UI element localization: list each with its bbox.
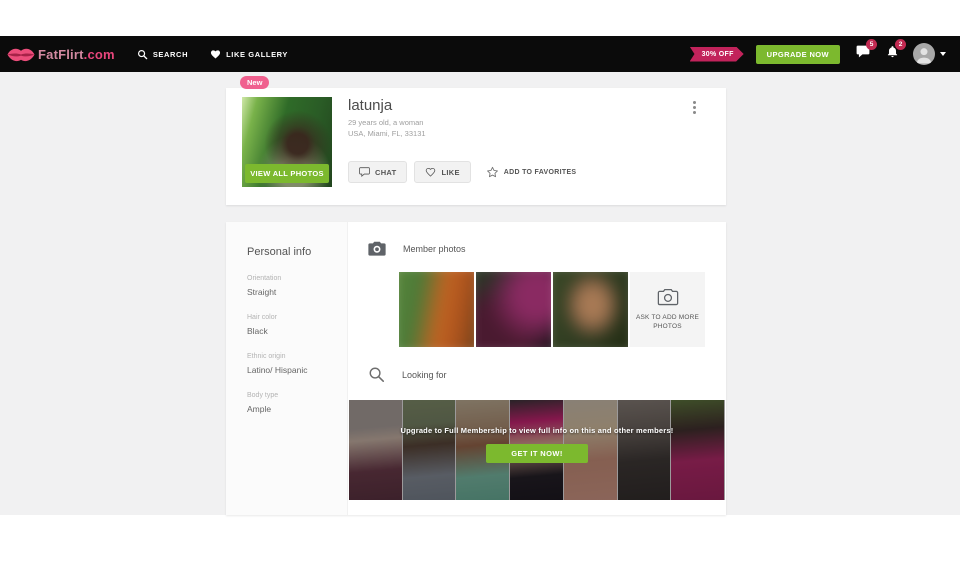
chat-button[interactable]: CHAT (348, 161, 407, 183)
info-field: Body type Ample (247, 392, 337, 414)
chat-button-label: CHAT (375, 168, 396, 177)
messages-count-badge: 5 (866, 39, 877, 50)
site-logo[interactable]: FatFlirt.com (6, 45, 115, 64)
upgrade-now-button[interactable]: UPGRADE NOW (756, 45, 840, 64)
profile-options-menu[interactable] (691, 99, 698, 116)
personal-info-sidebar: Personal info Orientation Straight Hair … (226, 222, 348, 515)
looking-for-header: Looking for (368, 366, 447, 383)
member-photos-row: ASK TO ADD MORE PHOTOS (399, 272, 705, 347)
info-field: Orientation Straight (247, 275, 337, 297)
profile-main-area: Member photos ASK TO ADD MORE PHOTOS (348, 222, 726, 515)
new-badge: New (240, 76, 269, 89)
magnifier-icon (368, 366, 385, 383)
info-field: Ethnic origin Latino/ Hispanic (247, 353, 337, 375)
logo-text: FatFlirt.com (38, 47, 115, 62)
person-icon (914, 45, 934, 65)
ask-add-more-photos-label: ASK TO ADD MORE PHOTOS (636, 313, 700, 331)
like-button-label: LIKE (441, 168, 459, 177)
lips-icon (6, 45, 36, 64)
field-value: Ample (247, 404, 337, 414)
heart-outline-icon (425, 167, 436, 177)
member-photos-title: Member photos (403, 244, 466, 254)
profile-details-card: Personal info Orientation Straight Hair … (226, 222, 726, 515)
member-photo[interactable] (399, 272, 474, 347)
view-all-photos-button[interactable]: VIEW ALL PHOTOS (245, 164, 329, 183)
profile-name: latunja (348, 97, 392, 114)
discount-badge[interactable]: 30% OFF (690, 47, 744, 62)
camera-icon (368, 241, 386, 256)
member-photos-header: Member photos (368, 241, 466, 256)
account-menu-caret[interactable] (940, 52, 946, 56)
page: FatFlirt.com SEARCH LIKE GALLERY 30% OFF… (0, 0, 960, 561)
field-label: Ethnic origin (247, 353, 337, 360)
member-photo[interactable] (553, 272, 628, 347)
add-to-favorites-button[interactable]: ADD TO FAVORITES (486, 166, 577, 178)
member-photo[interactable] (476, 272, 551, 347)
profile-photo: VIEW ALL PHOTOS (242, 97, 332, 187)
nav-search[interactable]: SEARCH (137, 49, 188, 60)
looking-for-title: Looking for (402, 370, 447, 380)
profile-actions: CHAT LIKE ADD TO FAVORITES (348, 161, 576, 183)
search-icon (137, 49, 148, 60)
camera-outline-icon (657, 288, 679, 306)
profile-location: USA, Miami, FL, 33131 (348, 128, 426, 139)
field-value: Black (247, 326, 337, 336)
profile-age-gender: 29 years old, a woman (348, 117, 426, 128)
field-label: Body type (247, 392, 337, 399)
ask-add-more-photos-button[interactable]: ASK TO ADD MORE PHOTOS (630, 272, 705, 347)
upgrade-banner: Upgrade to Full Membership to view full … (349, 400, 725, 500)
nav-search-label: SEARCH (153, 50, 188, 59)
star-icon (486, 166, 499, 178)
profile-meta: 29 years old, a woman USA, Miami, FL, 33… (348, 117, 426, 139)
profile-header-card: New VIEW ALL PHOTOS latunja 29 years old… (226, 88, 726, 205)
info-field: Hair color Black (247, 314, 337, 336)
navbar-right: 30% OFF UPGRADE NOW 5 2 (690, 43, 960, 65)
chat-outline-icon (359, 167, 370, 177)
banner-overlay: Upgrade to Full Membership to view full … (349, 400, 725, 500)
get-it-now-button[interactable]: GET IT NOW! (486, 444, 588, 463)
field-label: Orientation (247, 275, 337, 282)
banner-message: Upgrade to Full Membership to view full … (401, 426, 674, 435)
field-value: Straight (247, 287, 337, 297)
messages-button[interactable]: 5 (856, 45, 870, 63)
navbar-left: FatFlirt.com SEARCH LIKE GALLERY (0, 45, 288, 64)
like-button[interactable]: LIKE (414, 161, 470, 183)
notifications-button[interactable]: 2 (886, 45, 899, 63)
field-value: Latino/ Hispanic (247, 365, 337, 375)
heart-icon (210, 49, 221, 59)
personal-info-title: Personal info (247, 246, 337, 258)
field-label: Hair color (247, 314, 337, 321)
notifications-count-badge: 2 (895, 39, 906, 50)
nav-like-gallery-label: LIKE GALLERY (226, 50, 288, 59)
nav-like-gallery[interactable]: LIKE GALLERY (210, 49, 288, 59)
top-navbar: FatFlirt.com SEARCH LIKE GALLERY 30% OFF… (0, 36, 960, 72)
add-to-favorites-label: ADD TO FAVORITES (504, 169, 577, 176)
avatar[interactable] (913, 43, 935, 65)
